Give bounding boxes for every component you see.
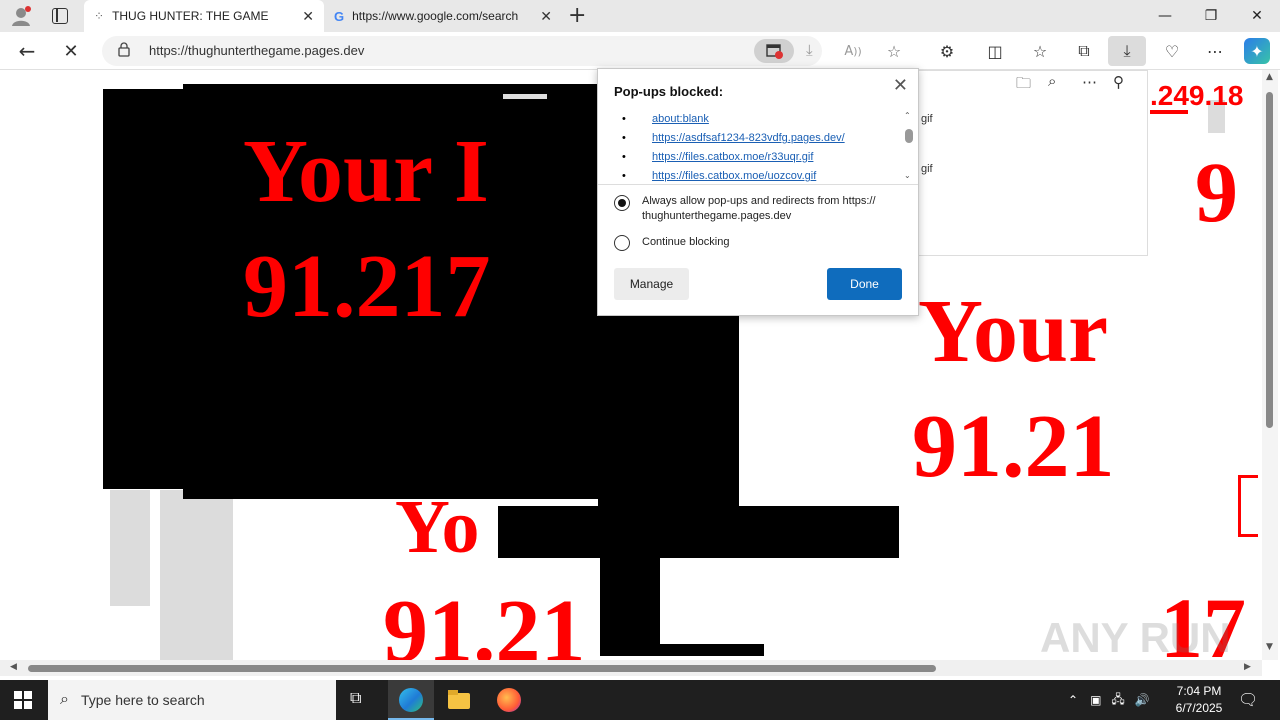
your-ip-text: Your — [918, 282, 1109, 381]
clock[interactable]: 7:04 PM 6/7/2025 — [1166, 683, 1232, 717]
ip-address-text: 91.21 — [383, 582, 586, 660]
lock-icon[interactable] — [118, 42, 130, 57]
tab-label: THUG HUNTER: THE GAME — [112, 9, 269, 23]
scroll-thumb[interactable] — [1266, 92, 1273, 428]
your-ip-text: Your I — [243, 122, 489, 221]
download-item[interactable]: gif — [921, 163, 933, 175]
scroll-left-icon[interactable]: ◀ — [10, 662, 17, 672]
manage-button[interactable]: Manage — [614, 268, 689, 300]
black-window — [600, 558, 660, 653]
close-button[interactable]: ✕ — [1234, 0, 1280, 32]
clock-date: 6/7/2025 — [1175, 701, 1223, 715]
title-bar: ⁘ THUG HUNTER: THE GAME ✕ G https://www.… — [0, 0, 1280, 32]
favorite-star-icon[interactable]: ☆ — [881, 38, 907, 64]
windows-start-icon[interactable] — [14, 691, 32, 709]
windows-taskbar: ⌕ Type here to search ⧉ ⌃ ▣ 🖧 🔊 7:04 PM … — [0, 680, 1280, 720]
scroll-down-icon[interactable]: ▼ — [1266, 642, 1273, 652]
popup-blocked-icon[interactable] — [754, 39, 794, 63]
ip-address-text: .249.18 — [1150, 80, 1244, 111]
tab-google-search[interactable]: G https://www.google.com/search ✕ — [326, 0, 562, 32]
popup-title: Pop-ups blocked: — [614, 84, 724, 99]
chevron-up-icon[interactable]: ⌃ — [1068, 693, 1078, 707]
network-icon[interactable]: 🖧 — [1111, 690, 1124, 711]
download-icon[interactable]: ⤓ — [806, 41, 813, 59]
vertical-scrollbar[interactable]: ▲ ▼ — [1262, 70, 1278, 660]
profile-icon[interactable] — [10, 5, 32, 27]
split-screen-icon[interactable]: ◫ — [982, 38, 1008, 64]
folder-icon[interactable]: 🗀 — [1016, 73, 1031, 98]
done-button[interactable]: Done — [827, 268, 902, 300]
favorites-icon[interactable]: ☆ — [1027, 38, 1053, 64]
close-icon[interactable]: ✕ — [893, 75, 908, 96]
tab-close-icon[interactable]: ✕ — [540, 8, 552, 25]
extensions-icon[interactable]: ⚙ — [934, 38, 960, 64]
downloads-panel: 🗀 ⌕ ⋯ ⚲ gif gif — [918, 70, 1148, 256]
scroll-up-icon[interactable]: ▲ — [1266, 72, 1273, 82]
volume-icon[interactable]: 🔊 — [1135, 693, 1150, 707]
address-bar[interactable]: https://thughunterthegame.pages.dev ⤓ — [102, 36, 822, 66]
blocked-item[interactable]: https://files.catbox.moe/uozcov.gif — [622, 170, 816, 182]
performance-icon[interactable]: ♡ — [1159, 38, 1185, 64]
blocked-list: about:blank https://asdfsaf1234-823vdfg.… — [598, 109, 918, 185]
list-scrollbar[interactable]: ⌃ ⌄ — [903, 109, 915, 184]
copilot-icon[interactable]: ✦ — [1244, 38, 1270, 64]
gray-shape — [160, 490, 233, 660]
red-bracket — [1238, 475, 1258, 537]
ip-address-text: 9 — [1195, 144, 1238, 240]
taskbar-search[interactable]: ⌕ Type here to search — [48, 680, 336, 720]
url-text: https://thughunterthegame.pages.dev — [149, 43, 365, 58]
search-icon: ⌕ — [60, 691, 69, 708]
edge-taskbar-icon[interactable] — [388, 680, 434, 720]
blocked-item[interactable]: https://files.catbox.moe/r33uqr.gif — [622, 151, 813, 163]
scroll-thumb[interactable] — [28, 665, 936, 672]
blocked-item[interactable]: https://asdfsaf1234-823vdfg.pages.dev/ — [622, 132, 845, 144]
watermark-text: ANY RUN — [1040, 614, 1231, 661]
firefox-icon[interactable] — [497, 688, 521, 712]
file-explorer-icon[interactable] — [448, 689, 470, 709]
minimize-button[interactable]: — — [1142, 0, 1188, 32]
navigation-toolbar: ← ✕ https://thughunterthegame.pages.dev … — [0, 32, 1280, 70]
back-icon[interactable]: ← — [14, 38, 40, 64]
tab-actions-icon[interactable] — [52, 8, 68, 24]
blocked-item[interactable]: about:blank — [622, 113, 709, 125]
collections-icon[interactable]: ⧉ — [1071, 38, 1097, 64]
tab-thug-hunter[interactable]: ⁘ THUG HUNTER: THE GAME ✕ — [84, 0, 324, 32]
google-g-icon: G — [334, 8, 345, 24]
horizontal-scrollbar[interactable]: ◀ ▶ — [0, 660, 1262, 676]
tab-label: https://www.google.com/search — [352, 9, 519, 23]
ip-address-text: 91.217 — [243, 237, 491, 336]
block-option-label[interactable]: Continue blocking — [642, 235, 729, 250]
red-bar — [1150, 110, 1188, 114]
title-bar-bar — [503, 94, 547, 99]
more-icon[interactable]: ⋯ — [1082, 73, 1097, 91]
notification-icon[interactable]: 🗨 — [1238, 690, 1258, 710]
scroll-right-icon[interactable]: ▶ — [1244, 662, 1251, 672]
read-aloud-icon[interactable]: A)) — [840, 38, 866, 64]
restore-button[interactable]: ❐ — [1188, 0, 1234, 32]
gray-shape — [110, 490, 150, 606]
device-icon[interactable]: ▣ — [1090, 693, 1101, 707]
allow-radio[interactable] — [614, 195, 630, 211]
allow-option-label[interactable]: Always allow pop-ups and redirects from … — [642, 194, 912, 224]
downloads-icon[interactable]: ⤓ — [1108, 36, 1146, 66]
more-options-icon[interactable]: ⋯ — [1202, 38, 1228, 64]
tab-close-icon[interactable]: ✕ — [302, 8, 314, 25]
block-radio[interactable] — [614, 235, 630, 251]
system-tray: ⌃ ▣ 🖧 🔊 — [1068, 680, 1150, 720]
loading-spinner-icon: ⁘ — [94, 9, 105, 23]
pin-icon[interactable]: ⚲ — [1113, 73, 1124, 91]
ip-address-text: 91.21 — [912, 397, 1115, 496]
new-tab-button[interactable]: + — [568, 3, 586, 28]
black-window — [600, 644, 764, 656]
stop-loading-icon[interactable]: ✕ — [58, 38, 84, 64]
search-placeholder: Type here to search — [80, 692, 205, 708]
your-ip-text: Yo — [395, 485, 480, 569]
task-view-icon[interactable]: ⧉ — [350, 690, 361, 708]
search-icon[interactable]: ⌕ — [1048, 73, 1056, 90]
clock-time: 7:04 PM — [1176, 684, 1222, 698]
download-item[interactable]: gif — [921, 113, 933, 125]
black-window — [598, 490, 739, 520]
popup-blocked-dialog: Pop-ups blocked: ✕ about:blank https://a… — [597, 68, 919, 316]
